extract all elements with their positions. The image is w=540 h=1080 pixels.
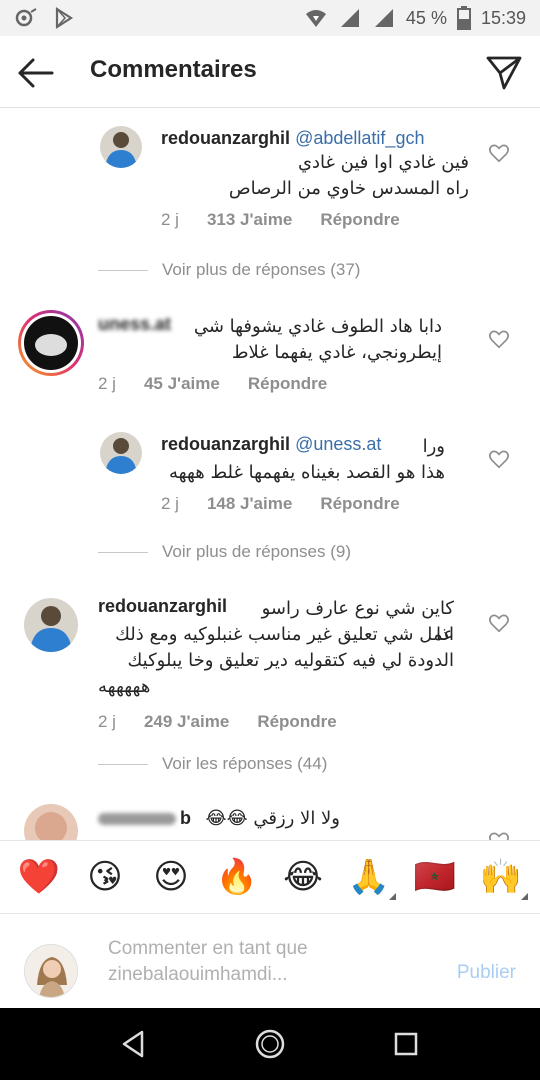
- comment-time: 2 j: [98, 712, 116, 731]
- comment-username[interactable]: b: [180, 808, 191, 829]
- emoji-pray-glyph: 🙏: [347, 857, 391, 897]
- emoji-fire[interactable]: 🔥: [214, 854, 260, 900]
- avatar[interactable]: [18, 310, 84, 376]
- emoji-heart[interactable]: ❤️: [16, 854, 62, 900]
- emoji-heart-eyes[interactable]: 😍: [148, 854, 194, 900]
- skin-tone-indicator-icon: [389, 893, 396, 900]
- comment-username[interactable]: redouanzarghil: [161, 128, 290, 148]
- emoji-flag-morocco[interactable]: 🇲🇦: [412, 854, 458, 900]
- comment-text-line: هههههه: [98, 676, 151, 697]
- wifi-icon: [305, 10, 326, 27]
- view-more-replies-label[interactable]: Voir les réponses (44): [162, 754, 327, 774]
- comment-text-line: ولا الا رزقي 😂😂: [205, 808, 340, 829]
- reply-button[interactable]: Répondre: [248, 374, 327, 394]
- direct-send-icon[interactable]: [484, 52, 524, 92]
- comment-reply: redouanzarghil @uness.at ورا هذا هو القص…: [0, 424, 540, 524]
- view-more-replies[interactable]: Voir plus de réponses (9): [98, 542, 351, 562]
- comment-reply: redouanzarghil @abdellatif_gch فين غادي …: [0, 108, 540, 248]
- comment-meta: 2 j 249 J'aime Répondre: [98, 712, 337, 732]
- status-bar: 45 % 15:39: [0, 0, 540, 36]
- reply-button[interactable]: Répondre: [320, 494, 399, 514]
- publish-button[interactable]: Publier: [457, 962, 516, 984]
- view-more-replies[interactable]: Voir plus de réponses (37): [98, 260, 360, 280]
- view-more-replies[interactable]: Voir les réponses (44): [98, 754, 327, 774]
- nav-back-icon[interactable]: [118, 1028, 150, 1060]
- comment-meta: 2 j 45 J'aime Répondre: [98, 374, 327, 394]
- blurred-username-prefix: [98, 812, 176, 825]
- avatar[interactable]: [24, 598, 78, 652]
- emoji-joy[interactable]: 😂: [280, 854, 326, 900]
- comment-text-line: راه المسدس خاوي من الرصاص: [228, 178, 469, 199]
- avatar[interactable]: [100, 432, 142, 474]
- like-count[interactable]: 148 J'aime: [207, 494, 292, 514]
- emoji-raised-hands[interactable]: 🙌: [478, 854, 528, 900]
- battery-percent: 45 %: [405, 7, 447, 28]
- like-count[interactable]: 249 J'aime: [144, 712, 229, 732]
- view-more-replies-label[interactable]: Voir plus de réponses (9): [162, 542, 351, 562]
- skin-tone-indicator-icon: [521, 893, 528, 900]
- like-count[interactable]: 313 J'aime: [207, 210, 292, 230]
- comment: uness.at دابا هاد الطوف غادي يشوفها شي إ…: [0, 304, 540, 404]
- emoji-quick-bar: ❤️ 😘 😍 🔥 😂 🙏 🇲🇦 🙌: [0, 840, 540, 914]
- like-count[interactable]: 45 J'aime: [144, 374, 220, 394]
- comment-time: 2 j: [161, 210, 179, 229]
- comment-meta: 2 j 313 J'aime Répondre: [161, 210, 400, 230]
- comment-input[interactable]: Commenter en tant que zinebalaouimhamdi.…: [108, 936, 408, 988]
- comment-text-line: دابا هاد الطوف غادي يشوفها شي: [193, 316, 442, 337]
- comment-text-line: ورا: [422, 436, 445, 457]
- signal-icon-2: [374, 9, 393, 27]
- heart-icon[interactable]: [488, 328, 510, 350]
- nav-home-icon[interactable]: [254, 1028, 286, 1060]
- comment-time: 2 j: [98, 374, 116, 393]
- comment-text-line: عمل شي تعليق غير مناسب غنبلوكيه ومع ذلك: [115, 624, 454, 645]
- view-more-replies-label[interactable]: Voir plus de réponses (37): [162, 260, 360, 280]
- comment-time: 2 j: [161, 494, 179, 513]
- comment-username[interactable]: redouanzarghil: [98, 596, 227, 617]
- reply-button[interactable]: Répondre: [257, 712, 336, 732]
- emoji-raised-hands-glyph: 🙌: [479, 857, 523, 897]
- avatar[interactable]: [24, 804, 78, 840]
- clock: 15:39: [480, 7, 526, 28]
- comment-input-placeholder-line2: zinebalaouimhamdi...: [108, 964, 288, 985]
- comment-input-placeholder-line1: Commenter en tant que: [108, 938, 308, 959]
- heart-icon[interactable]: [488, 612, 510, 634]
- comment-meta: 2 j 148 J'aime Répondre: [161, 494, 400, 514]
- comment-mention[interactable]: @abdellatif_gch: [295, 128, 424, 148]
- comment-composer: Commenter en tant que zinebalaouimhamdi.…: [0, 914, 540, 1008]
- system-nav-bar: [0, 1008, 540, 1080]
- nav-recents-icon[interactable]: [390, 1028, 422, 1060]
- page-title: Commentaires: [90, 56, 257, 83]
- comment-text-line: الدودة لي فيه كتقوليه دير تعليق وخا يبلو…: [127, 650, 455, 671]
- comment: redouanzarghil كاين شي نوع عارف راسو اذا…: [0, 588, 540, 738]
- my-avatar: [24, 944, 78, 998]
- top-app-bar: Commentaires: [0, 36, 540, 108]
- heart-icon[interactable]: [488, 448, 510, 470]
- notification-icon: [15, 8, 37, 27]
- emoji-pray[interactable]: 🙏: [346, 854, 396, 900]
- battery-icon: [456, 6, 471, 30]
- emoji-kiss[interactable]: 😘: [82, 854, 128, 900]
- comment-text-line: فين غادي اوا فين غادي: [297, 152, 469, 173]
- comment-mention[interactable]: @uness.at: [295, 434, 381, 454]
- heart-icon[interactable]: [488, 830, 510, 840]
- comment: b ولا الا رزقي 😂😂: [0, 798, 540, 840]
- signal-icon: [340, 9, 359, 27]
- comment-username[interactable]: redouanzarghil: [161, 434, 290, 454]
- reply-button[interactable]: Répondre: [320, 210, 399, 230]
- comment-text-line: إيطرونجي، غادي يفهما غلاط: [231, 342, 442, 363]
- back-arrow-icon[interactable]: [14, 52, 56, 94]
- heart-icon[interactable]: [488, 142, 510, 164]
- comment-text-line: هذا هو القصد بغيناه يفهمها غلط هههه: [169, 462, 445, 483]
- avatar[interactable]: [100, 126, 142, 168]
- play-store-icon: [55, 6, 74, 30]
- comment-list[interactable]: redouanzarghil @abdellatif_gch فين غادي …: [0, 108, 540, 840]
